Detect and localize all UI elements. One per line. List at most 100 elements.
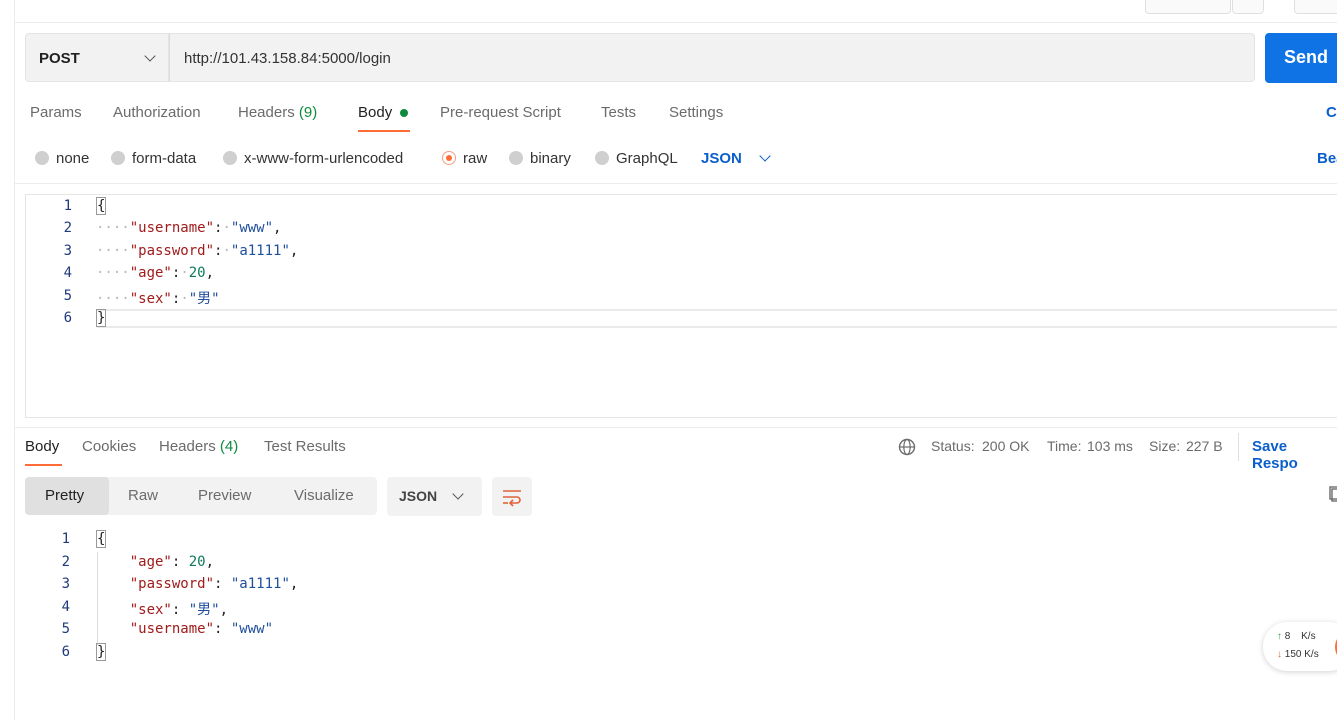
top-toolbar-button-small[interactable] <box>1232 0 1264 14</box>
line-number: 6 <box>61 644 70 660</box>
tab-body[interactable]: Body <box>358 104 392 121</box>
tab-settings[interactable]: Settings <box>669 104 723 121</box>
radio-binary[interactable] <box>509 151 523 165</box>
top-toolbar-button-right[interactable] <box>1294 0 1337 14</box>
code-value: 20 <box>188 554 206 570</box>
upload-speed-unit: K/s <box>1301 631 1316 642</box>
arrow-up-icon: ↑ <box>1277 631 1282 642</box>
code-key: "sex" <box>129 291 172 307</box>
tab-pre-request-script[interactable]: Pre-request Script <box>440 104 561 121</box>
tab-body-underline <box>358 130 410 132</box>
response-tab-headers-count: (4) <box>219 438 239 455</box>
format-pretty-label: Pretty <box>45 487 85 504</box>
chevron-down-icon[interactable] <box>759 150 771 162</box>
code-brace: { <box>96 530 107 548</box>
code-value: "男" <box>188 291 220 307</box>
tab-authorization[interactable]: Authorization <box>113 104 201 121</box>
time-label: Time: <box>1047 438 1082 454</box>
code-key: "password" <box>129 243 215 259</box>
code-key: "sex" <box>129 602 172 618</box>
response-tab-headers-label: Headers <box>159 438 216 455</box>
tab-headers[interactable]: Headers (9) <box>238 104 317 121</box>
left-rail <box>0 0 15 720</box>
radio-graphql[interactable] <box>595 151 609 165</box>
request-code: { ····"username":·"www", ····"password":… <box>96 197 299 327</box>
radio-binary-label: binary <box>530 150 571 167</box>
code-value: 20 <box>188 265 206 281</box>
response-tab-cookies[interactable]: Cookies <box>82 438 136 455</box>
save-response-button[interactable]: Save Respo <box>1252 438 1337 472</box>
time-value[interactable]: 103 ms <box>1087 438 1133 454</box>
line-number: 4 <box>63 265 72 281</box>
globe-icon[interactable] <box>898 438 916 456</box>
line-number: 1 <box>63 198 72 214</box>
radio-graphql-label: GraphQL <box>616 150 678 167</box>
tab-headers-count: (9) <box>298 104 318 121</box>
code-value: "男" <box>188 602 220 618</box>
top-toolbar-button[interactable] <box>1145 0 1231 14</box>
body-format-select[interactable]: JSON <box>701 150 742 167</box>
code-key: "username" <box>129 220 215 236</box>
radio-urlencoded[interactable] <box>223 151 237 165</box>
line-number: 4 <box>61 599 70 615</box>
current-line-highlight <box>97 309 1337 328</box>
radio-urlencoded-label: x-www-form-urlencoded <box>244 150 404 167</box>
format-raw-button[interactable]: Raw <box>128 487 158 504</box>
chevron-down-icon <box>452 488 464 500</box>
response-tab-headers[interactable]: Headers (4) <box>159 438 238 455</box>
line-number: 5 <box>61 621 70 637</box>
url-input[interactable]: http://101.43.158.84:5000/login <box>169 33 1255 82</box>
method-label: POST <box>39 50 80 67</box>
tab-headers-label: Headers <box>238 104 295 121</box>
divider <box>14 427 1337 428</box>
arrow-down-icon: ↓ <box>1277 649 1282 660</box>
radio-none-label: none <box>56 150 90 167</box>
response-tab-body[interactable]: Body <box>25 438 59 455</box>
url-value: http://101.43.158.84:5000/login <box>184 50 391 67</box>
code-key: "age" <box>129 554 172 570</box>
wrap-icon <box>503 490 521 507</box>
code-value: "a1111" <box>230 243 290 259</box>
code-value: "a1111" <box>230 576 290 592</box>
format-pretty-button[interactable]: Pretty <box>25 477 109 515</box>
divider <box>14 183 1337 184</box>
code-brace: } <box>96 643 107 661</box>
divider <box>1238 433 1239 461</box>
method-select[interactable]: POST <box>25 33 169 82</box>
response-tab-test-results[interactable]: Test Results <box>264 438 346 455</box>
beautify-link[interactable]: Bea <box>1317 150 1337 167</box>
line-number: 1 <box>61 531 70 547</box>
wrap-lines-button[interactable] <box>492 477 532 516</box>
response-format-group: Pretty Raw Preview Visualize <box>25 477 377 515</box>
response-language-label: JSON <box>399 488 438 504</box>
format-preview-button[interactable]: Preview <box>198 487 251 504</box>
tab-params[interactable]: Params <box>30 104 82 121</box>
response-code: { "age": 20, "password": "a1111", "sex":… <box>96 530 299 661</box>
body-active-dot <box>400 109 408 117</box>
radio-form-data[interactable] <box>111 151 125 165</box>
status-value[interactable]: 200 OK <box>982 438 1029 454</box>
send-button[interactable]: Send <box>1265 33 1337 83</box>
radio-none[interactable] <box>35 151 49 165</box>
upload-speed-value: 8 <box>1284 631 1291 642</box>
copy-icon[interactable] <box>1329 486 1337 502</box>
line-number: 2 <box>61 554 70 570</box>
size-value[interactable]: 227 B <box>1186 438 1223 454</box>
cookies-link[interactable]: C <box>1326 104 1337 121</box>
radio-raw[interactable] <box>442 151 456 165</box>
format-visualize-button[interactable]: Visualize <box>294 487 354 504</box>
code-key: "password" <box>129 576 215 592</box>
tab-tests[interactable]: Tests <box>601 104 636 121</box>
line-number: 3 <box>61 576 70 592</box>
response-language-select[interactable]: JSON <box>387 477 482 516</box>
network-speed-widget[interactable]: ↑ 8 K/s ↓ 150 K/s <box>1263 622 1337 671</box>
code-brace: { <box>96 197 107 215</box>
code-key: "age" <box>129 265 172 281</box>
radio-form-data-label: form-data <box>132 150 197 167</box>
download-speed: ↓ 150 K/s <box>1277 649 1319 660</box>
chevron-down-icon <box>144 50 156 62</box>
upload-speed: ↑ 8 K/s <box>1277 631 1316 642</box>
code-value: "www" <box>230 621 274 637</box>
code-brace: } <box>96 309 107 327</box>
line-number: 5 <box>63 288 72 304</box>
